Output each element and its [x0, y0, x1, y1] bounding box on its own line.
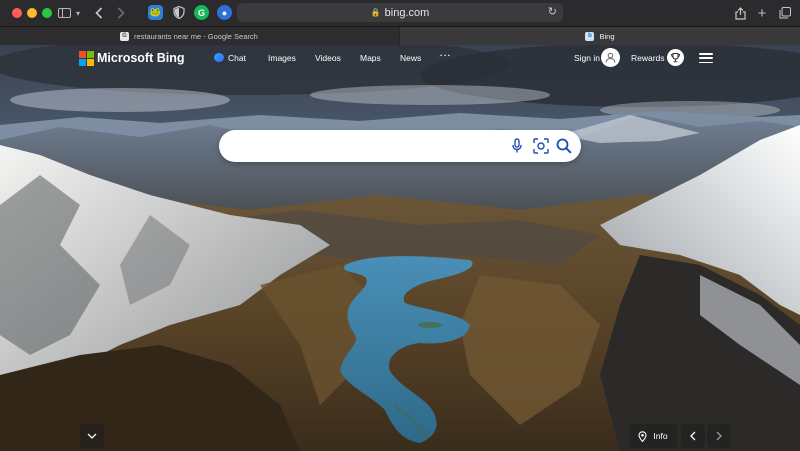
menu-icon[interactable]	[699, 53, 713, 63]
nav-maps[interactable]: Maps	[360, 53, 381, 63]
search-input[interactable]	[233, 137, 503, 155]
shield-icon[interactable]	[171, 5, 186, 20]
minimize-window-button[interactable]	[27, 8, 37, 18]
chevron-right-icon	[716, 431, 722, 441]
search-icon[interactable]	[555, 137, 573, 155]
sidebar-toggle-icon[interactable]	[57, 4, 71, 22]
tab-overview-icon[interactable]	[778, 4, 792, 22]
avatar[interactable]	[601, 48, 620, 67]
nav-more-icon[interactable]: ···	[440, 50, 452, 60]
microphone-icon[interactable]	[508, 137, 526, 155]
address-text: bing.com	[384, 6, 430, 19]
extension-icon-1[interactable]: 🐸	[148, 5, 163, 20]
user-icon	[605, 52, 616, 63]
chevron-down-icon[interactable]: ▾	[74, 4, 82, 22]
bing-homepage: Microsoft Bing Chat Images Videos Maps N…	[0, 45, 800, 451]
tab-google-search[interactable]: G restaurants near me - Google Search	[0, 27, 399, 45]
nav-images[interactable]: Images	[268, 53, 296, 63]
tab-title: Bing	[599, 31, 615, 41]
visual-search-icon[interactable]	[532, 137, 550, 155]
info-label: Info	[653, 431, 668, 441]
grammarly-icon[interactable]: G	[194, 5, 209, 20]
reload-icon[interactable]: ↻	[548, 5, 557, 18]
back-button[interactable]	[93, 4, 105, 22]
logo-text: Microsoft Bing	[97, 51, 185, 65]
scroll-down-button[interactable]	[80, 424, 104, 448]
sign-in-link[interactable]: Sign in	[574, 53, 600, 63]
google-favicon-icon: G	[120, 31, 129, 41]
forward-button[interactable]	[115, 4, 127, 22]
nav-news[interactable]: News	[400, 53, 421, 63]
close-window-button[interactable]	[12, 8, 22, 18]
new-tab-icon[interactable]: +	[756, 4, 768, 22]
tab-bar: G restaurants near me - Google Search b …	[0, 26, 800, 45]
location-pin-icon	[638, 430, 647, 442]
next-image-button[interactable]	[707, 424, 731, 448]
chat-bubble-icon	[214, 53, 224, 62]
nav-videos[interactable]: Videos	[315, 53, 341, 63]
share-icon[interactable]	[733, 4, 747, 22]
maximize-window-button[interactable]	[42, 8, 52, 18]
bing-favicon-icon: b	[585, 31, 595, 41]
microsoft-logo-icon	[79, 51, 94, 66]
browser-toolbar: ▾ 🐸 G ● 🔒 bing.com ↻ +	[0, 0, 800, 26]
previous-image-button[interactable]	[681, 424, 705, 448]
chevron-left-icon	[690, 431, 696, 441]
rewards-trophy-icon[interactable]	[667, 49, 684, 66]
image-info-button[interactable]: Info	[629, 424, 677, 448]
nav-chat[interactable]: Chat	[214, 53, 246, 63]
background-landscape-image	[0, 45, 800, 451]
search-box	[219, 130, 581, 162]
address-bar[interactable]: 🔒 bing.com ↻	[237, 3, 563, 22]
rewards-link[interactable]: Rewards	[631, 53, 665, 63]
tab-title: restaurants near me - Google Search	[134, 31, 258, 41]
microsoft-bing-logo[interactable]: Microsoft Bing	[79, 51, 185, 66]
nav-chat-label: Chat	[228, 53, 246, 63]
tab-bing[interactable]: b Bing	[400, 27, 800, 45]
chevron-down-icon	[87, 433, 97, 439]
lock-icon: 🔒	[370, 8, 381, 17]
bing-header: Microsoft Bing Chat Images Videos Maps N…	[0, 45, 800, 73]
extension-icon-2[interactable]: ●	[217, 5, 232, 20]
